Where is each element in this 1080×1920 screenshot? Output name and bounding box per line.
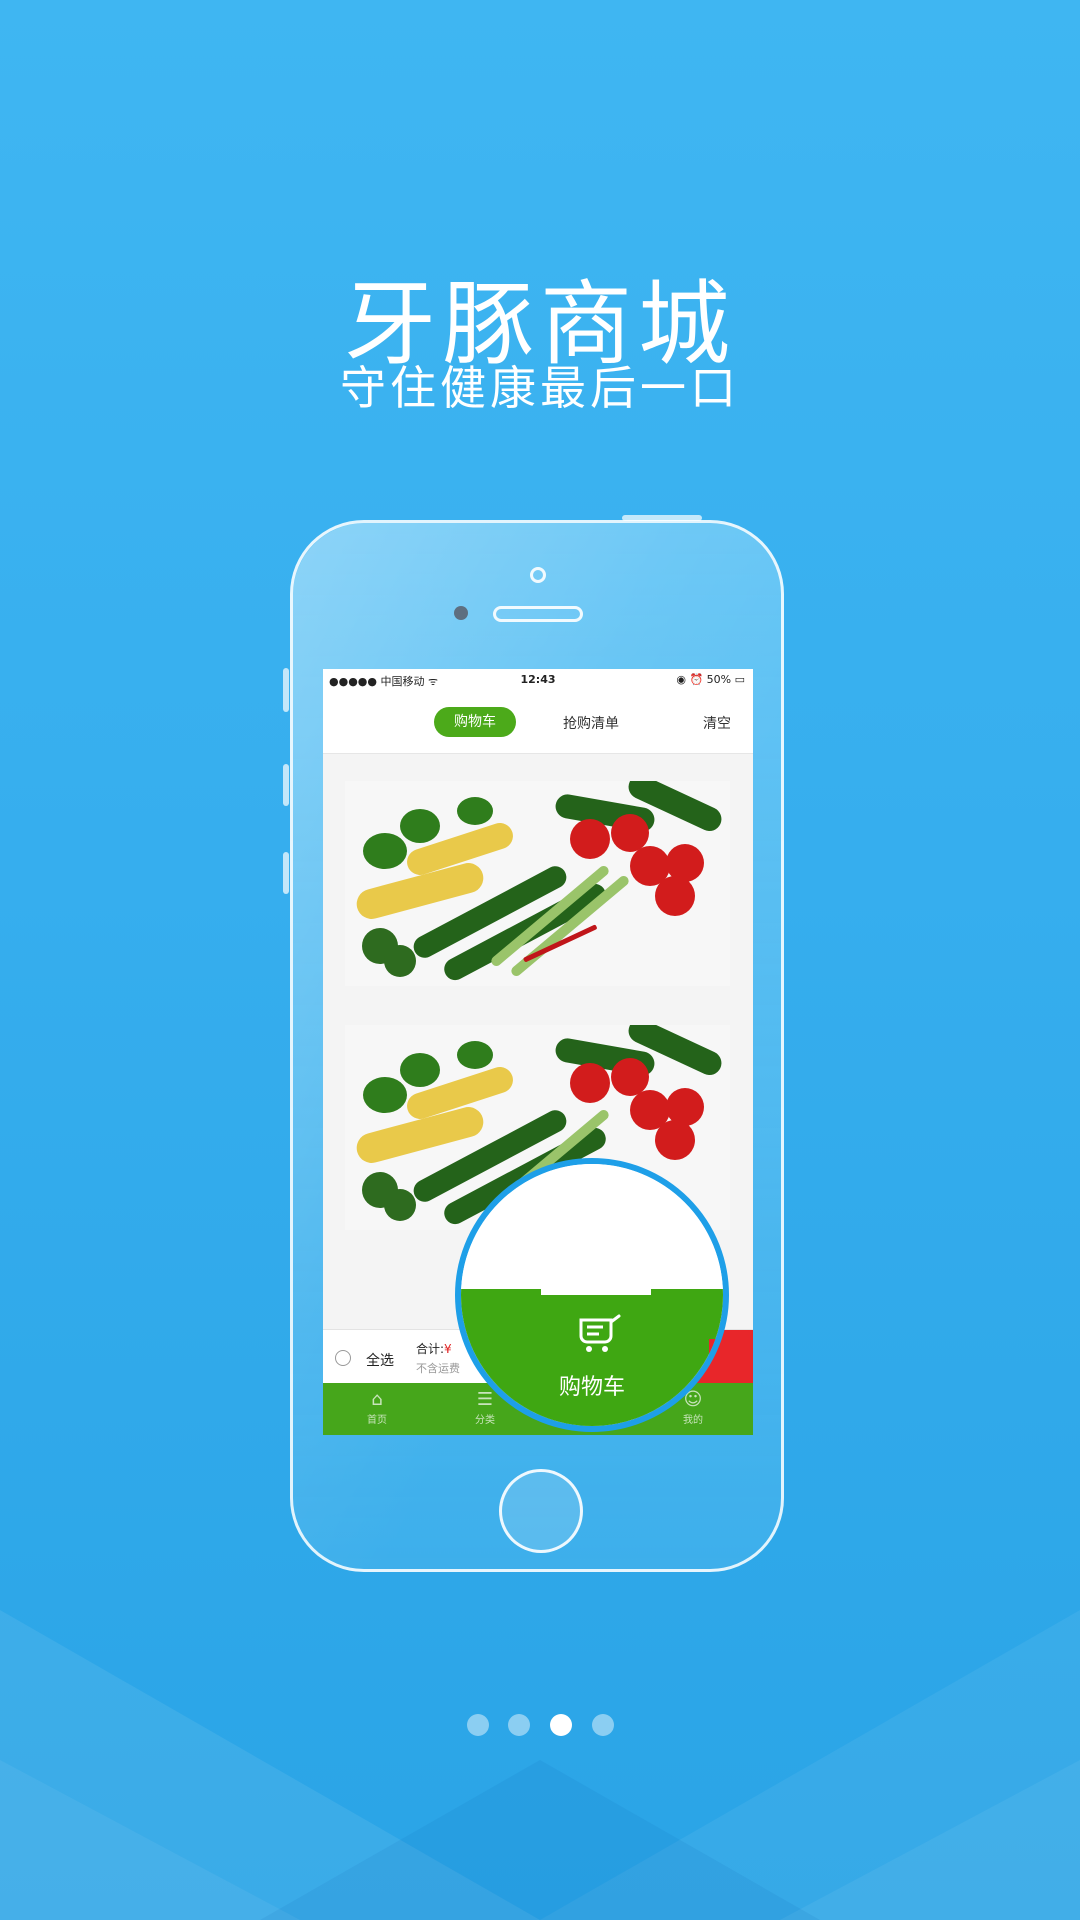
power-button [622,515,702,521]
cart-label: 购物车 [558,1375,625,1400]
app-slogan: 守住健康最后一口 [340,361,740,415]
proximity-sensor [454,606,468,620]
product-image[interactable] [345,781,730,986]
page-dot-active[interactable] [550,1714,572,1736]
battery-status: ◉ ⏰ 50% ▭ [676,673,745,686]
page-dot[interactable] [508,1714,530,1736]
status-bar: ●●●●● 中国移动 ᯤ 12:43 ◉ ⏰ 50% ▭ [323,669,753,691]
volume-up-button [283,764,289,806]
cart-icon [579,1314,621,1352]
tab-flash-list[interactable]: 抢购清单 [563,713,619,733]
top-tabs: 购物车 抢购清单 清空 [323,691,753,754]
tab-cart[interactable]: 购物车 [434,707,516,737]
home-icon: ⌂ [371,1389,383,1410]
page-dot[interactable] [467,1714,489,1736]
volume-down-button [283,852,289,894]
page-dot[interactable] [592,1714,614,1736]
clear-button[interactable]: 清空 [703,713,731,733]
earpiece-speaker [493,606,583,622]
cart-magnifier-callout: 购物车 [455,1158,729,1432]
page-indicator [0,1714,1080,1738]
vegetables-photo [345,781,730,986]
front-camera [530,567,546,583]
select-all-radio[interactable] [335,1350,351,1366]
tab-home[interactable]: ⌂ 首页 [347,1389,407,1426]
mute-switch [283,668,289,712]
total-label: 合计:¥ [416,1342,452,1356]
home-button [499,1469,583,1553]
select-all-label[interactable]: 全选 [366,1350,394,1370]
shipping-note: 不含运费 [416,1362,460,1375]
total-currency: ¥ [444,1342,452,1356]
